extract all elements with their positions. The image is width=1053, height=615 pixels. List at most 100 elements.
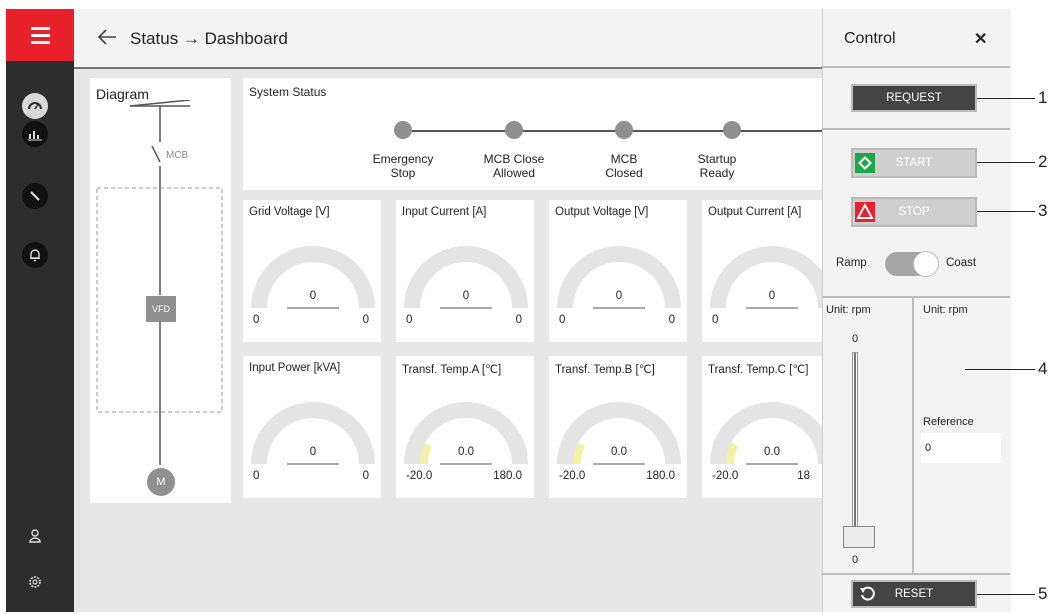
slider-fill <box>854 353 856 541</box>
stop-button[interactable]: STOP <box>851 197 977 227</box>
system-status-title: System Status <box>249 85 327 99</box>
back-arrow-icon[interactable] <box>96 27 118 47</box>
gauge-icon[interactable] <box>22 93 48 119</box>
gauge-card: Transf. Temp.B [℃] 0.0 -20.0 180.0 <box>549 356 687 498</box>
gauge-card: Output Current [A] 0 0 <box>702 200 834 342</box>
gauge-max: 0 <box>515 314 522 326</box>
gauge-max: 0 <box>362 470 369 482</box>
slider-min-label: 0 <box>852 554 859 566</box>
gauge-max: 180.0 <box>493 470 522 482</box>
status-step-indicator <box>723 121 741 139</box>
gauge-min: 0 <box>559 314 566 326</box>
gauge-value: 0.0 <box>764 446 780 458</box>
divider <box>822 296 1010 298</box>
gauge-value: 0 <box>462 290 470 302</box>
coast-label: Coast <box>946 257 977 269</box>
divider <box>822 66 1010 68</box>
speed-slider-track[interactable] <box>852 352 858 542</box>
menu-icon <box>31 27 50 30</box>
control-title: Control <box>844 30 896 47</box>
status-step-label: MCB Close Allowed <box>483 152 545 180</box>
stop-mode-toggle[interactable] <box>885 251 939 277</box>
gauge-value: 0 <box>768 290 776 302</box>
reference-field[interactable]: 0 <box>921 433 1001 463</box>
start-icon <box>855 153 875 173</box>
gauge-max: 0 <box>362 314 369 326</box>
callout-number: 1 <box>1038 88 1048 107</box>
divider <box>822 573 1010 575</box>
unit-label-left: Unit: rpm <box>826 304 871 316</box>
menu-button[interactable] <box>6 9 74 61</box>
gauge-value: 0.0 <box>611 446 627 458</box>
callout-line <box>977 211 1035 212</box>
reset-button[interactable]: RESET <box>851 580 977 608</box>
gauge-min: 0 <box>712 314 719 326</box>
stop-icon <box>855 202 875 222</box>
callout-line <box>977 98 1035 99</box>
gauge-title: Input Current [A] <box>402 206 487 218</box>
mcb-label: MCB <box>166 150 189 161</box>
gauge-value: 0 <box>309 446 317 458</box>
gauge-max: 0 <box>668 314 675 326</box>
gauge-min: 0 <box>406 314 413 326</box>
slider-max-label: 0 <box>852 333 859 345</box>
gauge-min: 0 <box>253 470 260 482</box>
toggle-knob <box>913 251 939 277</box>
gear-icon[interactable] <box>22 569 48 595</box>
start-label: START <box>895 157 933 169</box>
gauge-card: Input Current [A] 0 0 0 <box>396 200 534 342</box>
motor-symbol: M <box>147 468 175 496</box>
gauge-min: -20.0 <box>712 470 739 482</box>
gauge-title: Transf. Temp.B [℃] <box>555 364 655 376</box>
gauge-title: Output Voltage [V] <box>555 206 649 218</box>
gauge-value: 0.0 <box>458 446 474 458</box>
wrench-icon[interactable] <box>22 183 48 209</box>
callout-line <box>977 594 1035 595</box>
gauge-min: 0 <box>253 314 260 326</box>
vfd-block: VFD <box>146 296 176 322</box>
reset-icon <box>859 585 877 603</box>
gauge-card: Output Voltage [V] 0 0 0 <box>549 200 687 342</box>
callout-number: 2 <box>1038 152 1048 171</box>
status-step-indicator <box>615 121 633 139</box>
gauge-card: Grid Voltage [V] 0 0 0 <box>243 200 381 342</box>
bell-icon[interactable] <box>22 242 48 268</box>
gauge-card: Input Power [kVA] 0 0 0 <box>243 356 381 498</box>
gauge-title: Grid Voltage [V] <box>249 206 330 218</box>
menu-icon-bar <box>31 34 50 37</box>
gauge-title: Transf. Temp.C [℃] <box>708 364 809 376</box>
status-step-label: Emergency Stop <box>372 152 434 180</box>
gauge-title: Input Power [kVA] <box>249 362 341 374</box>
gauge-max: 18 <box>797 470 810 482</box>
status-step-label: MCB Closed <box>605 152 643 180</box>
unit-label-right: Unit: rpm <box>923 304 968 316</box>
stop-label: STOP <box>898 206 930 218</box>
callout-number: 3 <box>1038 201 1048 220</box>
page-title: Status → Dashboard <box>130 29 288 48</box>
gauge-value: 0 <box>309 290 317 302</box>
gauge-card: Transf. Temp.C [℃] 0.0 -20.0 18 <box>702 356 834 498</box>
callout-line <box>977 162 1035 163</box>
callout-number: 4 <box>1038 359 1048 378</box>
gauge-title: Output Current [A] <box>708 206 802 218</box>
request-button[interactable]: REQUEST <box>851 84 977 112</box>
speed-slider-handle[interactable] <box>843 526 875 548</box>
gauge-card: Transf. Temp.A [℃] 0.0 -20.0 180.0 <box>396 356 534 498</box>
vertical-divider <box>912 297 914 573</box>
user-icon[interactable] <box>22 523 48 549</box>
ramp-label: Ramp <box>836 257 867 269</box>
status-step-indicator <box>394 121 412 139</box>
gauge-min: -20.0 <box>406 470 433 482</box>
callout-number: 5 <box>1038 584 1048 603</box>
reference-label: Reference <box>923 416 974 428</box>
reset-label: RESET <box>894 588 934 600</box>
gauge-min: -20.0 <box>559 470 586 482</box>
close-button[interactable]: ✕ <box>974 29 987 49</box>
menu-icon-bar <box>31 41 50 44</box>
gauge-title: Transf. Temp.A [℃] <box>402 364 502 376</box>
gauge-max: 180.0 <box>646 470 675 482</box>
status-step-indicator <box>505 121 523 139</box>
chart-icon[interactable] <box>22 121 48 147</box>
divider <box>822 128 1010 130</box>
start-button[interactable]: START <box>851 148 977 178</box>
